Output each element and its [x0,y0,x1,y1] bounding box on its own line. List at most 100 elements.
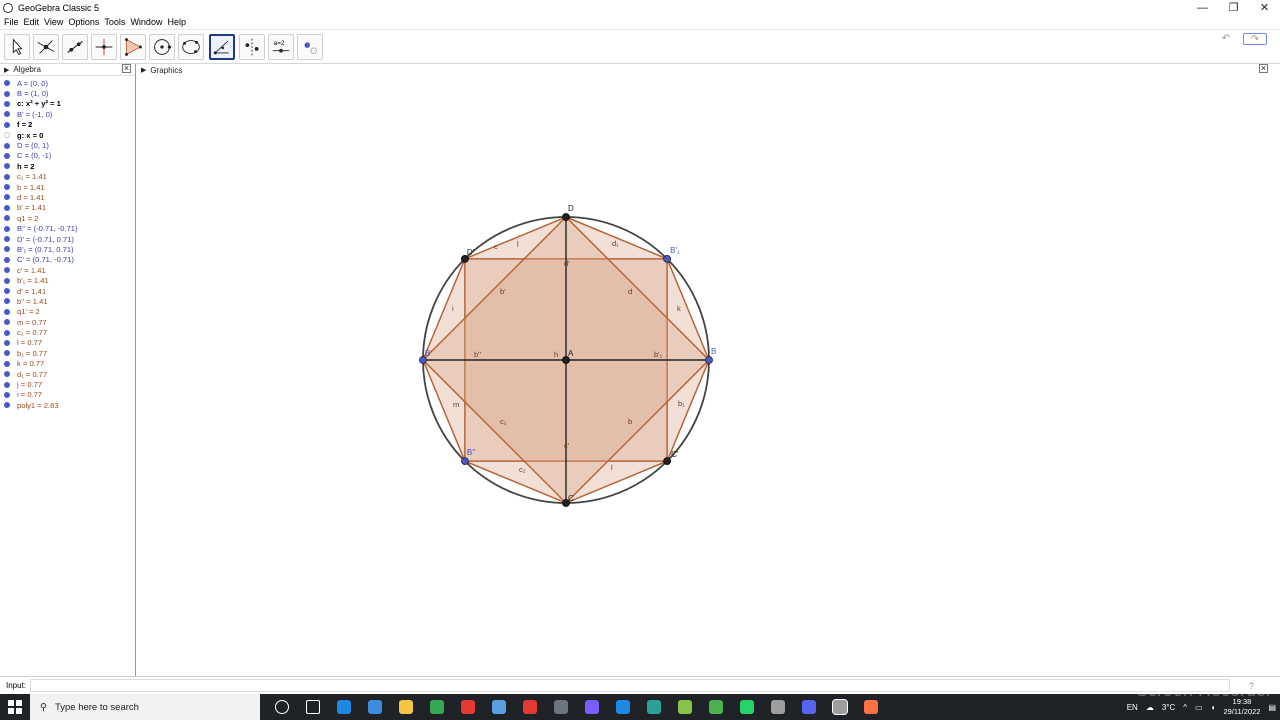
visibility-toggle-icon[interactable] [4,111,10,118]
graphics-view[interactable]: ▶ Graphics × A B B' D C B'' D' B'₁ C' c j d₁ i k b' d m c… [137,64,1272,676]
visibility-toggle-icon[interactable] [4,381,10,388]
start-icon[interactable] [0,694,30,720]
algebra-item[interactable]: m = 0.77 [0,317,135,327]
polygon-tool-icon[interactable] [120,34,146,60]
visibility-toggle-icon[interactable] [4,90,10,97]
algebra-item[interactable]: j = 0.77 [0,379,135,389]
paint-icon[interactable] [483,694,514,720]
algebra-item[interactable]: q1 = 2 [0,213,135,223]
algebra-item[interactable]: q1' = 2 [0,307,135,317]
visibility-toggle-icon[interactable] [4,288,10,294]
chrome-icon[interactable] [421,694,452,720]
visibility-toggle-icon[interactable] [4,371,10,378]
visibility-toggle-icon[interactable] [4,350,10,357]
algebra-item[interactable]: D' = (-0.71, 0.71) [0,234,135,244]
point-d[interactable] [562,213,570,221]
visibility-toggle-icon[interactable] [4,204,10,211]
graphics-collapse-icon[interactable]: ▶ [141,66,146,74]
point-bpp[interactable] [460,457,469,466]
algebra-item[interactable]: c₂ = 0.77 [0,327,135,337]
whatsapp-icon[interactable] [731,694,762,720]
graphics-close-icon[interactable]: × [1259,64,1268,73]
visibility-toggle-icon[interactable] [4,121,10,128]
algebra-item[interactable]: d' = 1.41 [0,286,135,296]
algebra-item[interactable]: h = 2 [0,161,135,171]
algebra-item[interactable]: b'' = 1.41 [0,296,135,306]
algebra-item[interactable]: C' = (0.71, -0.71) [0,255,135,265]
point-cp[interactable] [663,457,672,466]
visibility-toggle-icon[interactable] [4,256,10,263]
recorder-icon[interactable] [855,694,886,720]
algebra-item[interactable]: B = (1, 0) [0,88,135,98]
opera-icon[interactable] [452,694,483,720]
close-button[interactable]: ✕ [1249,0,1280,15]
visibility-toggle-icon[interactable] [4,225,10,232]
algebra-collapse-icon[interactable]: ▶ [4,66,9,74]
show-hide-tool-icon[interactable] [297,34,323,60]
algebra-item[interactable]: B' = (-1, 0) [0,109,135,119]
ccleaner-icon[interactable] [638,694,669,720]
menu-view[interactable]: View [44,17,63,27]
task-view-icon[interactable] [266,694,297,720]
store-icon[interactable] [359,694,390,720]
visibility-toggle-icon[interactable] [4,267,10,274]
menu-tools[interactable]: Tools [104,17,125,27]
visibility-toggle-icon[interactable] [4,402,10,409]
algebra-item[interactable]: f = 2 [0,120,135,130]
visibility-toggle-icon[interactable] [4,80,10,87]
algebra-item[interactable]: i = 0.77 [0,390,135,400]
visibility-toggle-icon[interactable] [4,360,10,367]
angle-tool-icon[interactable] [209,34,235,60]
visibility-toggle-icon[interactable] [4,277,10,284]
visibility-toggle-icon[interactable] [4,339,10,346]
algebra-item[interactable]: B'' = (-0.71, -0.71) [0,223,135,233]
visibility-toggle-icon[interactable] [4,163,10,170]
visibility-toggle-icon[interactable] [4,194,10,201]
algebra-item[interactable]: b = 1.41 [0,182,135,192]
algebra-item[interactable]: c: x² + y² = 1 [0,99,135,109]
menu-help[interactable]: Help [167,17,186,27]
algebra-item[interactable]: l = 0.77 [0,338,135,348]
discord-icon[interactable] [793,694,824,720]
visibility-toggle-icon[interactable] [4,308,10,315]
visibility-toggle-icon[interactable] [4,391,10,398]
visibility-toggle-icon[interactable] [4,319,10,326]
algebra-item[interactable]: D = (0, 1) [0,140,135,150]
algebra-item[interactable]: b'₁ = 1.41 [0,275,135,285]
algebra-close-icon[interactable]: × [122,64,131,73]
visibility-toggle-icon[interactable] [4,152,10,159]
menu-file[interactable]: File [4,17,19,27]
messenger-icon[interactable] [576,694,607,720]
green-app-icon[interactable] [669,694,700,720]
defender-icon[interactable] [607,694,638,720]
point-bp1[interactable] [663,254,672,263]
algebra-item[interactable]: d₁ = 0.77 [0,369,135,379]
algebra-item[interactable]: c' = 1.41 [0,265,135,275]
visibility-toggle-icon[interactable] [4,236,10,243]
circle-tool-icon[interactable] [149,34,175,60]
algebra-item[interactable]: b' = 1.41 [0,203,135,213]
minimize-button[interactable]: — [1187,0,1218,15]
algebra-item[interactable]: B'₁ = (0.71, 0.71) [0,244,135,254]
menu-edit[interactable]: Edit [24,17,40,27]
visibility-toggle-icon[interactable] [4,329,10,336]
point-b[interactable] [705,356,713,364]
algebra-item[interactable]: k = 0.77 [0,359,135,369]
explorer-icon[interactable] [390,694,421,720]
perpendicular-tool-icon[interactable] [91,34,117,60]
undo-icon[interactable]: ↶ [1214,33,1238,45]
visibility-toggle-icon[interactable] [4,215,10,222]
opera-gx-icon[interactable] [514,694,545,720]
circle-through-points-tool-icon[interactable] [178,34,204,60]
point-tool-icon[interactable] [33,34,59,60]
menu-window[interactable]: Window [130,17,162,27]
redo-icon[interactable]: ↷ [1243,33,1267,45]
visibility-toggle-icon[interactable] [4,132,10,139]
menu-options[interactable]: Options [68,17,99,27]
slider-tool-icon[interactable]: a=2 [268,34,294,60]
line-tool-icon[interactable] [62,34,88,60]
algebra-item[interactable]: C = (0, -1) [0,151,135,161]
visibility-toggle-icon[interactable] [4,100,10,107]
maximize-button[interactable]: ❐ [1218,0,1249,15]
visibility-toggle-icon[interactable] [4,184,10,191]
